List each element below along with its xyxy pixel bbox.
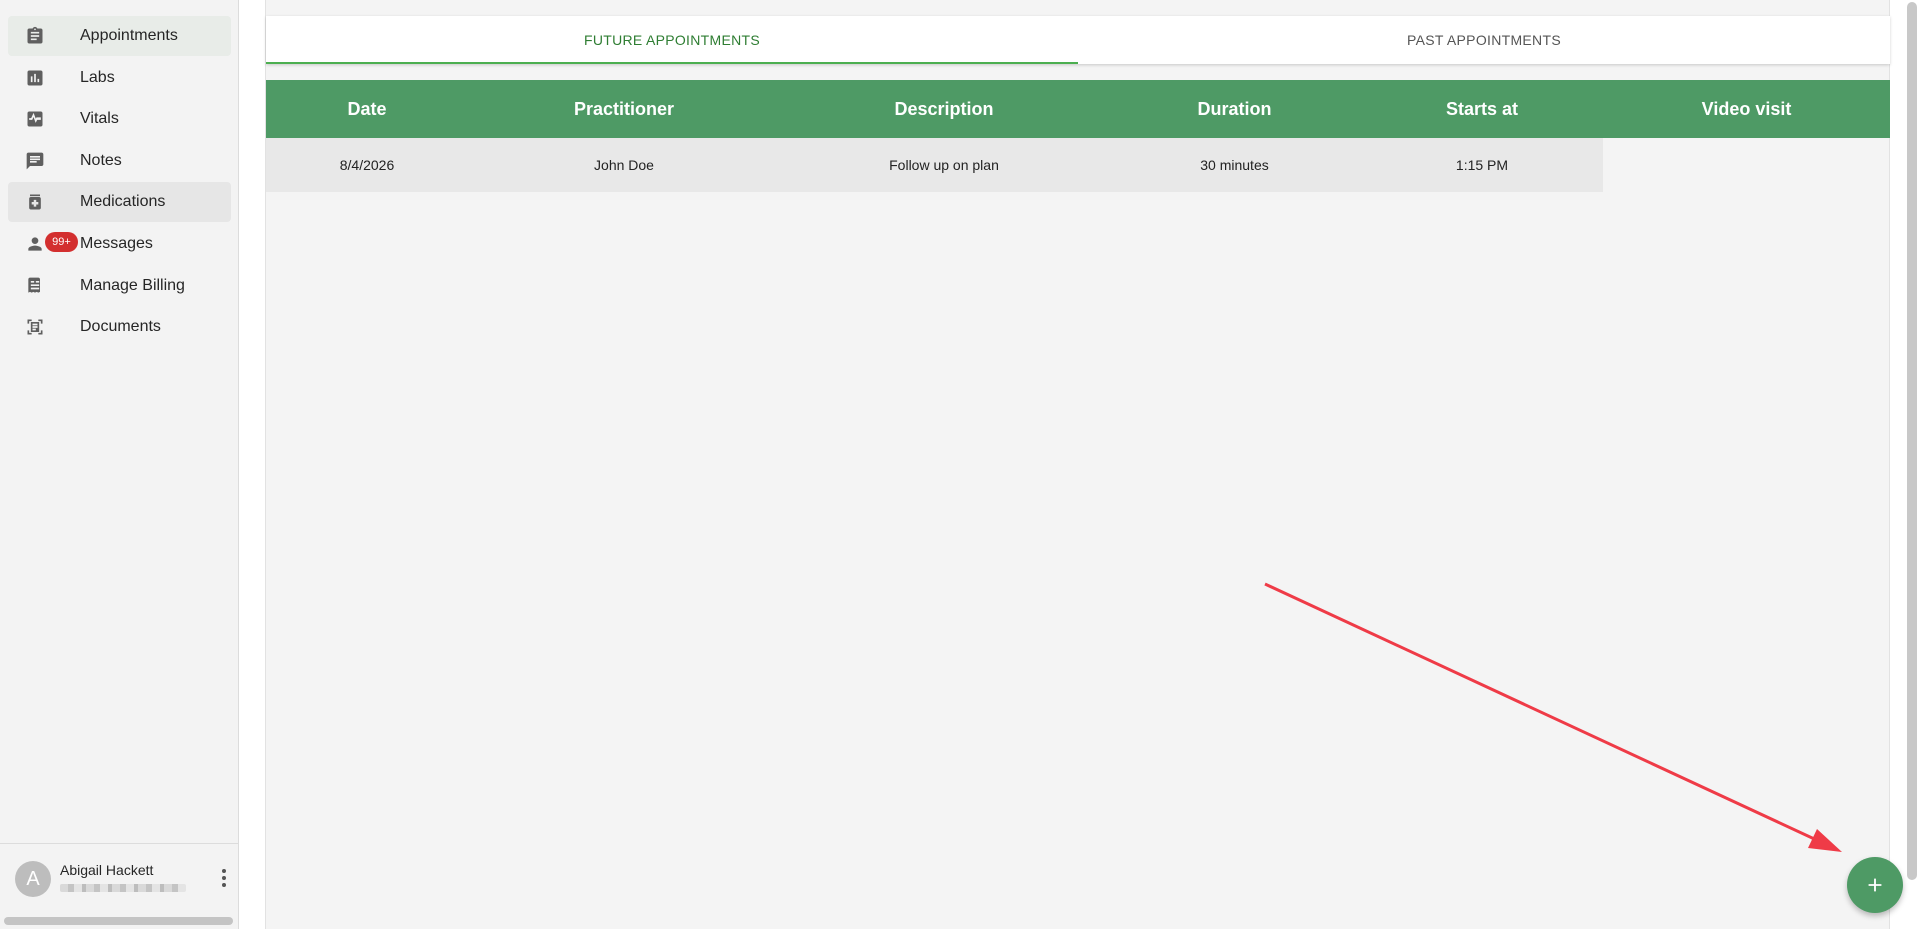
sidebar-item-label: Vitals [80, 110, 119, 128]
receipt-icon [25, 276, 45, 296]
heartbeat-icon [25, 109, 45, 129]
cell-starts-at: 1:15 PM [1361, 138, 1603, 192]
tab-future-appointments[interactable]: FUTURE APPOINTMENTS [266, 16, 1078, 64]
unread-badge: 99+ [45, 231, 78, 252]
chat-note-icon [25, 151, 45, 171]
sidebar-item-notes[interactable]: Notes [8, 141, 231, 181]
sidebar-item-label: Medications [80, 193, 166, 211]
sidebar-item-labs[interactable]: Labs [8, 58, 231, 98]
medication-bottle-icon [25, 192, 45, 212]
column-header-starts-at[interactable]: Starts at [1361, 80, 1603, 138]
cell-description: Follow up on plan [780, 138, 1108, 192]
cell-video-visit [1603, 138, 1890, 192]
sidebar-item-label: Manage Billing [80, 276, 185, 294]
table-header-row: Date Practitioner Description Duration S… [266, 80, 1890, 138]
table-row[interactable]: 8/4/2026 John Doe Follow up on plan 30 m… [266, 138, 1890, 192]
sidebar: Appointments Labs Vitals Notes Medicatio… [0, 0, 239, 929]
column-header-description[interactable]: Description [780, 80, 1108, 138]
cell-date: 8/4/2026 [266, 138, 468, 192]
lab-chart-icon [25, 68, 45, 88]
sidebar-item-medications[interactable]: Medications [8, 182, 231, 223]
document-scan-icon [25, 317, 45, 337]
sidebar-item-label: Appointments [80, 27, 178, 44]
user-email-redacted [60, 884, 186, 892]
column-header-video-visit[interactable]: Video visit [1603, 80, 1890, 138]
user-name: Abigail Hackett [60, 862, 154, 878]
sidebar-item-messages[interactable]: 99+ Messages [8, 224, 231, 264]
user-account-bar[interactable]: A Abigail Hackett [0, 843, 238, 929]
sidebar-horizontal-scrollbar[interactable] [4, 917, 233, 925]
column-header-practitioner[interactable]: Practitioner [468, 80, 780, 138]
sidebar-item-label: Messages [80, 234, 153, 252]
tab-past-appointments[interactable]: PAST APPOINTMENTS [1078, 16, 1890, 64]
more-vert-icon[interactable] [214, 866, 234, 890]
appointments-table: Date Practitioner Description Duration S… [266, 80, 1890, 192]
avatar: A [15, 861, 51, 897]
column-header-duration[interactable]: Duration [1108, 80, 1361, 138]
sidebar-item-documents[interactable]: Documents [8, 307, 231, 347]
add-appointment-button[interactable] [1847, 857, 1903, 913]
cell-duration: 30 minutes [1108, 138, 1361, 192]
sidebar-item-appointments[interactable]: Appointments [8, 16, 231, 56]
clipboard-icon [25, 26, 45, 46]
cell-practitioner: John Doe [468, 138, 780, 192]
sidebar-item-vitals[interactable]: Vitals [8, 99, 231, 139]
sidebar-item-label: Documents [80, 318, 161, 336]
sidebar-nav: Appointments Labs Vitals Notes Medicatio… [8, 16, 231, 349]
main-vertical-scrollbar[interactable] [1907, 2, 1917, 880]
main-content: FUTURE APPOINTMENTS PAST APPOINTMENTS Da… [265, 0, 1890, 929]
sidebar-item-label: Labs [80, 68, 115, 86]
sidebar-item-label: Notes [80, 151, 122, 169]
plus-icon [1868, 878, 1882, 892]
appointment-tabs: FUTURE APPOINTMENTS PAST APPOINTMENTS [266, 16, 1890, 64]
column-header-date[interactable]: Date [266, 80, 468, 138]
sidebar-item-manage-billing[interactable]: Manage Billing [8, 266, 231, 306]
person-icon: 99+ [25, 231, 78, 254]
